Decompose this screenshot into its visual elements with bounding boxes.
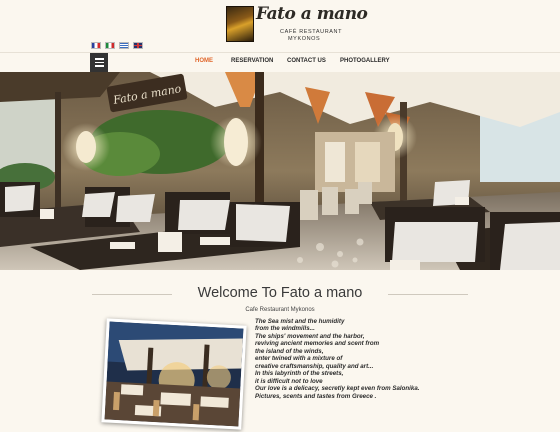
- hamburger-menu-icon[interactable]: [90, 53, 108, 72]
- welcome-title: Welcome To Fato a mano: [197, 285, 363, 301]
- welcome-poem: The Sea mist and the humidity from the w…: [255, 318, 420, 400]
- language-selector: [91, 42, 143, 49]
- site-logo[interactable]: Fato a mano CAFÉ RESTAURANT MYKONOS: [226, 4, 368, 42]
- nav-reservation[interactable]: RESERVATION: [231, 58, 273, 64]
- poem-line: Pictures, scents and tastes from Greece …: [255, 392, 377, 400]
- nav-contact-us[interactable]: CONTACT US: [287, 58, 326, 64]
- poem-line: creative craftsmanship, quality and art.…: [255, 362, 374, 370]
- logo-location: MYKONOS: [288, 36, 321, 42]
- italy-flag-icon[interactable]: [105, 42, 115, 49]
- logo-name: Fato a mano: [256, 4, 368, 24]
- nav-divider: [0, 52, 560, 53]
- poem-line: it is difficult not to love: [255, 377, 323, 385]
- france-flag-icon[interactable]: [91, 42, 101, 49]
- logo-emblem: [226, 6, 254, 42]
- poem-line: enter twined with a mixture of: [255, 355, 343, 363]
- poem-line: from the windmills...: [255, 325, 315, 333]
- welcome-subtitle: Cafe Restaurant Mykonos: [245, 307, 315, 313]
- greece-flag-icon[interactable]: [119, 42, 129, 49]
- poem-line: The Sea mist and the humidity: [255, 318, 345, 325]
- poem-line: In this labyrinth of the streets,: [255, 370, 344, 378]
- nav-photogallery[interactable]: PHOTOGALLERY: [340, 58, 390, 64]
- logo-subtitle: CAFÉ RESTAURANT: [280, 29, 343, 35]
- hero-photo: Fato a mano: [0, 72, 560, 270]
- nav-home[interactable]: HOME: [195, 58, 213, 64]
- poem-line: the island of the winds,: [255, 347, 324, 355]
- poem-line: Our love is a delicacy, secretly kept ev…: [255, 385, 420, 393]
- title-rule-right: [388, 294, 468, 295]
- uk-flag-icon[interactable]: [133, 42, 143, 49]
- poem-line: The ships' movement and the harbor,: [255, 332, 365, 340]
- poem-line: reviving ancient memories and scent from: [255, 340, 380, 348]
- restaurant-photo: [101, 318, 247, 430]
